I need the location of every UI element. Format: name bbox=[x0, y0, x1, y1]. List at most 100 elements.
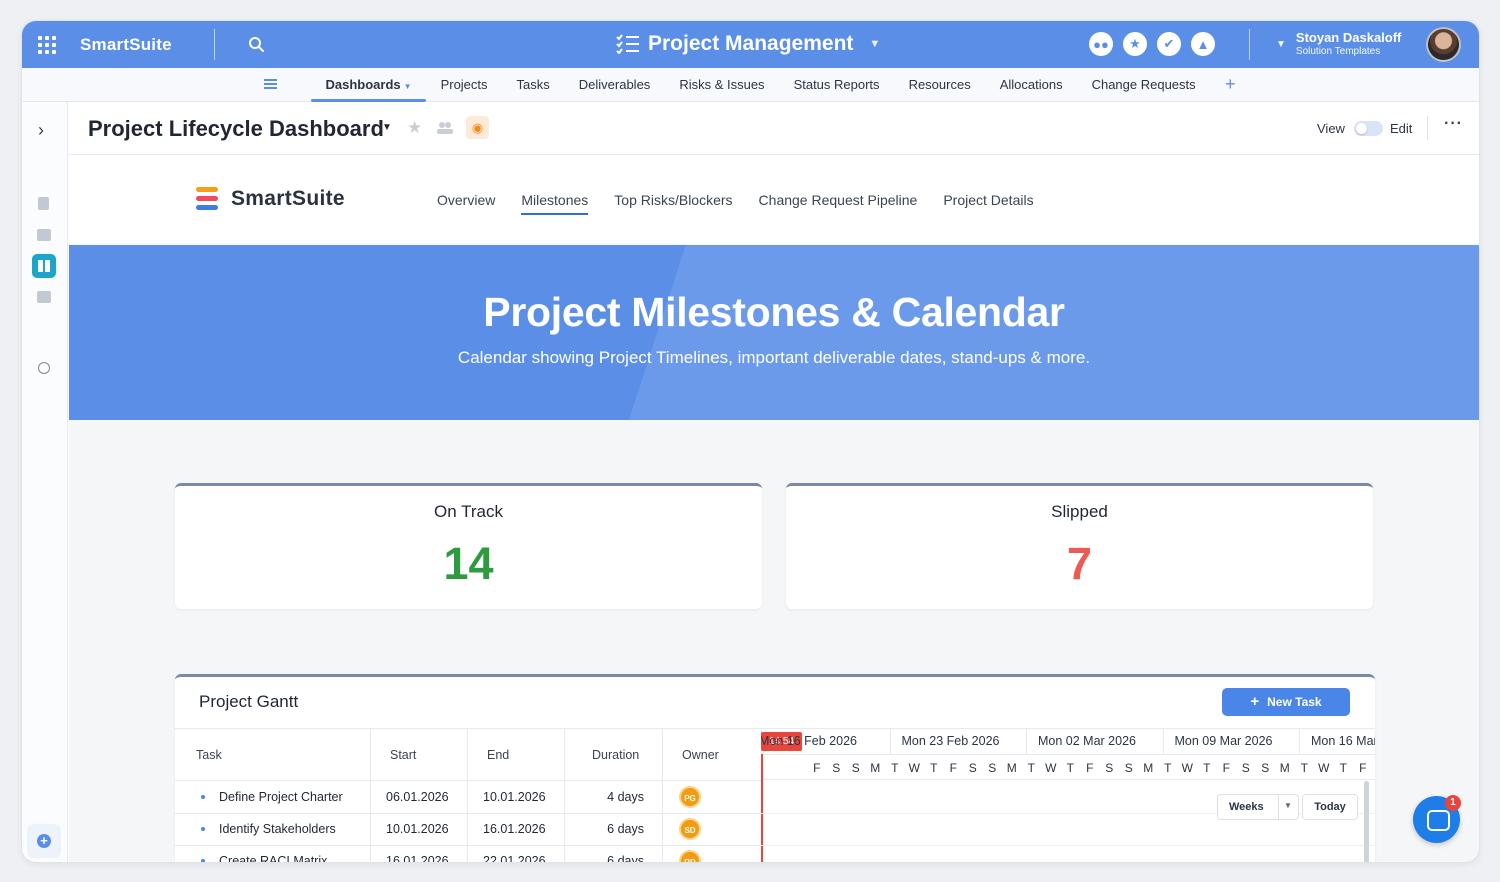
app-brand[interactable]: SmartSuite bbox=[80, 35, 172, 55]
expand-sidebar-chevron-icon[interactable]: › bbox=[38, 120, 44, 141]
day-label: S bbox=[1105, 761, 1114, 775]
zoom-scale-value: Weeks bbox=[1229, 801, 1264, 813]
tab-risks-issues[interactable]: Risks & Issues bbox=[665, 68, 779, 102]
folder-icon[interactable] bbox=[37, 229, 51, 241]
bullet-icon bbox=[201, 827, 205, 831]
avatar[interactable] bbox=[1426, 27, 1461, 62]
apps-grid-icon[interactable] bbox=[38, 36, 56, 54]
vertical-scrollbar[interactable] bbox=[1364, 781, 1369, 862]
chevron-down-icon[interactable]: ▼ bbox=[382, 122, 392, 133]
tab-allocations[interactable]: Allocations bbox=[985, 68, 1077, 102]
more-options-icon[interactable]: ··· bbox=[1444, 115, 1463, 133]
section-tab-milestones[interactable]: Milestones bbox=[521, 192, 588, 215]
day-label: M bbox=[1143, 761, 1154, 775]
chevron-down-icon: ▼ bbox=[1284, 801, 1292, 810]
add-button[interactable]: + bbox=[27, 824, 61, 858]
members-icon[interactable]: ●● bbox=[1089, 32, 1113, 56]
chevron-down-icon: ▼ bbox=[869, 38, 881, 50]
edit-mode-toggle[interactable] bbox=[1354, 121, 1383, 136]
new-task-button[interactable]: + New Task bbox=[1222, 688, 1350, 716]
dashboard-header: Project Lifecycle Dashboard ▼ ★ ◉ View E… bbox=[69, 102, 1479, 155]
zoom-scale-select[interactable]: Weeks ▼ bbox=[1217, 794, 1299, 820]
tab-deliverables[interactable]: Deliverables bbox=[564, 68, 665, 102]
card-title: Slipped bbox=[1051, 502, 1108, 521]
day-label: S bbox=[832, 761, 841, 775]
tab-change-requests[interactable]: Change Requests bbox=[1077, 68, 1210, 102]
week-divider bbox=[889, 729, 891, 754]
tab-label: Risks & Issues bbox=[679, 77, 765, 92]
folder-icon[interactable] bbox=[37, 291, 51, 303]
document-icon[interactable] bbox=[38, 197, 49, 210]
tab-tasks[interactable]: Tasks bbox=[502, 68, 564, 102]
owner-avatar[interactable]: PG bbox=[679, 786, 701, 808]
day-label: F bbox=[949, 761, 957, 775]
day-label: S bbox=[1241, 761, 1250, 775]
new-task-label: New Task bbox=[1267, 695, 1322, 709]
top-actions: ●● ★ ✔ ▲ bbox=[1089, 32, 1215, 56]
section-tab-change-request-pipeline[interactable]: Change Request Pipeline bbox=[759, 192, 918, 215]
tab-status-reports[interactable]: Status Reports bbox=[779, 68, 894, 102]
divider bbox=[1249, 29, 1250, 60]
task-name: Define Project Charter bbox=[219, 790, 343, 804]
section-tab-overview[interactable]: Overview bbox=[437, 192, 495, 215]
gantt-timeline[interactable]: FSSMTWTFSSMTWTFSSMTWTFSSMTWTF 14:54 Week… bbox=[761, 729, 1375, 862]
tasks-check-icon[interactable]: ✔ bbox=[1157, 32, 1181, 56]
owner-avatar[interactable]: SD bbox=[679, 818, 701, 840]
page-title[interactable]: Project Lifecycle Dashboard bbox=[88, 116, 384, 142]
search-icon[interactable] bbox=[248, 36, 264, 52]
share-people-icon[interactable] bbox=[437, 121, 453, 134]
tab-label: Resources bbox=[908, 77, 971, 92]
hero-subtitle: Calendar showing Project Timelines, impo… bbox=[457, 348, 1091, 367]
table-row[interactable]: Define Project Charter 06.01.2026 10.01.20… bbox=[175, 781, 761, 813]
column-header-start[interactable]: Start bbox=[390, 748, 416, 762]
end-date: 10.01.2026 bbox=[483, 790, 546, 804]
chevron-down-icon: ▼ bbox=[1276, 38, 1286, 50]
hamburger-menu-icon[interactable] bbox=[264, 79, 277, 89]
logo-text: SmartSuite bbox=[231, 187, 345, 210]
end-date: 16.01.2026 bbox=[483, 822, 546, 836]
rss-feed-icon[interactable]: ◉ bbox=[466, 116, 489, 139]
day-label: W bbox=[1181, 761, 1193, 775]
smartsuite-logo-icon bbox=[196, 187, 218, 211]
table-row[interactable]: Identify Stakeholders 10.01.2026 16.01.202… bbox=[175, 813, 761, 845]
owner-avatar[interactable]: RD bbox=[679, 850, 701, 862]
day-label: T bbox=[1300, 761, 1308, 775]
week-label: Mon 09 Mar 2026 bbox=[1174, 734, 1273, 748]
week-divider bbox=[1299, 729, 1300, 754]
start-date: 10.01.2026 bbox=[386, 822, 449, 836]
user-menu[interactable]: ▼ Stoyan Daskaloff Solution Templates bbox=[1276, 30, 1401, 58]
today-button[interactable]: Today bbox=[1302, 794, 1358, 820]
section-tab-project-details[interactable]: Project Details bbox=[943, 192, 1033, 215]
project-gantt-widget: Project Gantt + New Task Task Start End D… bbox=[175, 674, 1375, 862]
column-header-duration[interactable]: Duration bbox=[592, 748, 639, 762]
favorites-icon[interactable]: ★ bbox=[1123, 32, 1147, 56]
star-icon[interactable]: ★ bbox=[407, 118, 422, 138]
dashboard-icon[interactable] bbox=[32, 254, 56, 278]
solution-switcher[interactable]: Project Management ▼ bbox=[616, 32, 880, 56]
solution-title: Project Management bbox=[648, 32, 854, 55]
notifications-bell-icon[interactable]: ▲ bbox=[1191, 32, 1215, 56]
notification-badge: 1 bbox=[1445, 795, 1461, 811]
column-header-end[interactable]: End bbox=[487, 748, 509, 762]
tab-projects[interactable]: Projects bbox=[426, 68, 502, 102]
on-track-card[interactable]: On Track 14 bbox=[175, 483, 762, 609]
tab-label: Projects bbox=[440, 77, 488, 92]
column-header-owner[interactable]: Owner bbox=[682, 748, 719, 762]
tab-resources[interactable]: Resources bbox=[894, 68, 985, 102]
tab-label: Deliverables bbox=[578, 77, 651, 92]
day-label: S bbox=[851, 761, 860, 775]
column-header-task[interactable]: Task bbox=[196, 748, 222, 762]
day-label: M bbox=[1279, 761, 1290, 775]
bullet-icon bbox=[201, 859, 205, 862]
hero-banner: Project Milestones & Calendar Calendar s… bbox=[69, 245, 1479, 420]
day-label: W bbox=[1045, 761, 1057, 775]
slipped-card[interactable]: Slipped 7 bbox=[786, 483, 1373, 609]
chat-support-button[interactable]: 1 bbox=[1413, 795, 1461, 843]
tab-dashboards[interactable]: Dashboards ▼ bbox=[311, 68, 427, 102]
section-tab-top-risks-blockers[interactable]: Top Risks/Blockers bbox=[614, 192, 732, 215]
add-table-button[interactable]: + bbox=[1225, 74, 1236, 95]
day-label: F bbox=[1222, 761, 1230, 775]
user-circle-icon[interactable] bbox=[38, 362, 50, 374]
tab-label: Change Requests bbox=[1091, 77, 1196, 92]
table-row[interactable]: Create RACI Matrix 16.01.2026 22.01.2026 6 … bbox=[175, 845, 761, 862]
